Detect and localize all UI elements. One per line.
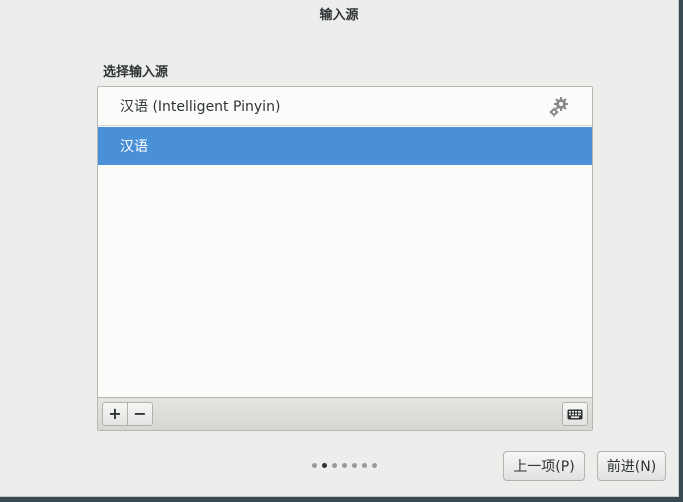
list-item-label: 汉语 <box>120 139 148 155</box>
window-title: 输入源 <box>319 8 359 23</box>
next-button[interactable]: 前进(N) <box>597 451 666 481</box>
page-dot <box>352 463 357 468</box>
input-source-list: 汉语 (Intelligent Pinyin) 汉语 + − <box>97 86 593 431</box>
list-item-label: 汉语 (Intelligent Pinyin) <box>120 99 281 115</box>
page-dot <box>332 463 337 468</box>
page-dot <box>362 463 367 468</box>
page-indicator <box>312 463 377 468</box>
page-dot <box>312 463 317 468</box>
list-toolbar: + − <box>98 397 592 430</box>
gear-icon[interactable] <box>548 96 570 118</box>
list-item-hanyu[interactable]: 汉语 <box>98 127 592 165</box>
page-dot <box>322 463 327 468</box>
remove-button[interactable]: − <box>127 403 152 425</box>
keyboard-icon <box>567 409 583 419</box>
page-dot <box>342 463 347 468</box>
section-label: 选择输入源 <box>103 65 169 80</box>
keyboard-layout-button[interactable] <box>562 402 588 426</box>
page-dot <box>372 463 377 468</box>
add-remove-group: + − <box>102 402 153 426</box>
dialog-window: 输入源 选择输入源 汉语 (Intelligent Pinyin) 汉语 + −… <box>0 0 679 497</box>
previous-button[interactable]: 上一项(P) <box>503 451 585 481</box>
list-item-intelligent-pinyin[interactable]: 汉语 (Intelligent Pinyin) <box>98 87 592 126</box>
add-button[interactable]: + <box>103 403 127 425</box>
